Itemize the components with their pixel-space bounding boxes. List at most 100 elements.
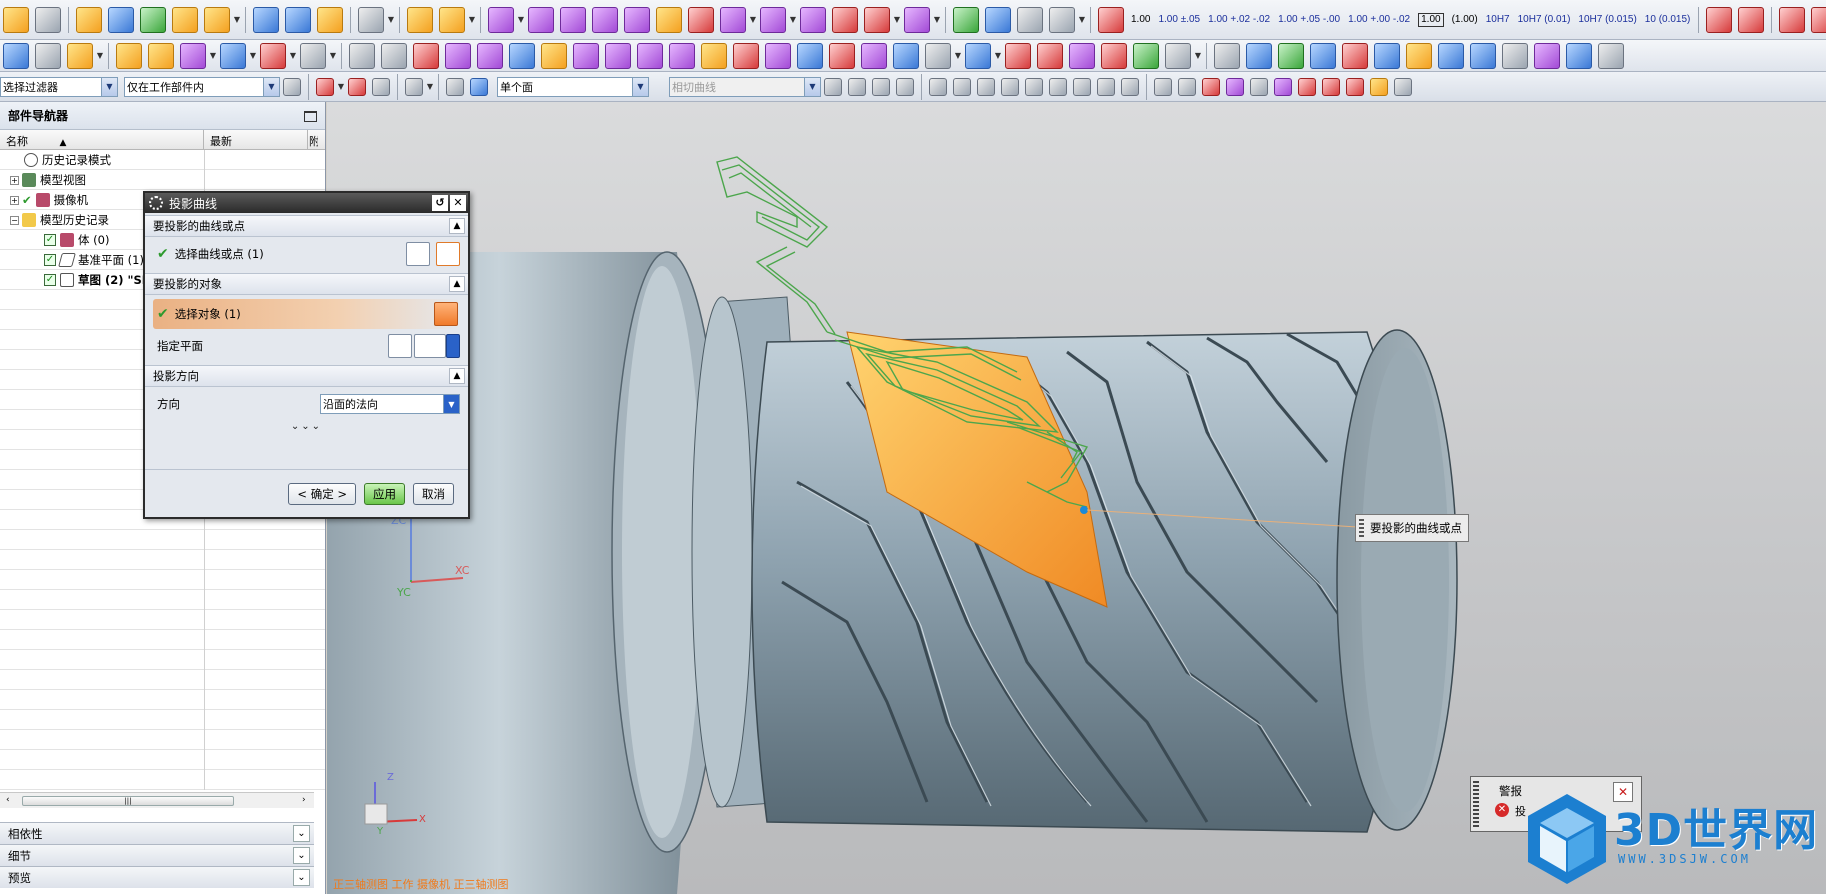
arrow-left-icon[interactable] (413, 42, 439, 69)
rib-icon[interactable] (893, 42, 919, 69)
pattern-icon[interactable] (904, 6, 930, 33)
selection-filter-select[interactable]: 选择过滤器 ▼ (0, 76, 118, 97)
measure-icon[interactable] (300, 42, 326, 69)
mirror-icon[interactable] (765, 42, 791, 69)
chevron-down-icon[interactable]: ▼ (994, 51, 1002, 60)
chamfer-icon[interactable] (829, 42, 855, 69)
chevron-down-icon[interactable]: ▼ (209, 51, 217, 60)
panel-dependencies[interactable]: 相依性 ⌄ (0, 822, 314, 844)
snap-mid-icon[interactable] (848, 77, 866, 96)
face-rule-select[interactable]: 单个面 ▼ (497, 76, 649, 97)
snap-point-icon[interactable] (929, 77, 947, 96)
solid-icon[interactable] (605, 42, 631, 69)
column-header-latest[interactable]: 最新 (204, 130, 308, 149)
snap-intersect-icon[interactable] (1073, 77, 1091, 96)
multi-fork-icon[interactable] (1470, 42, 1496, 69)
view-box-icon[interactable] (1346, 77, 1364, 96)
gear-icon[interactable] (149, 196, 163, 210)
snap-line-icon[interactable] (953, 77, 971, 96)
arrow-right-icon[interactable] (477, 42, 503, 69)
snap-face-icon[interactable] (1121, 77, 1139, 96)
ring-icon[interactable] (317, 6, 343, 33)
chevron-down-icon[interactable]: ▼ (1078, 15, 1086, 24)
add-curve-icon[interactable] (406, 242, 430, 266)
select-tool-icon[interactable] (372, 77, 390, 96)
arrow-left-alt-icon[interactable] (445, 42, 471, 69)
select-feature-icon[interactable] (316, 77, 334, 96)
chart-icon[interactable] (1406, 42, 1432, 69)
view-rotate-icon[interactable] (1226, 77, 1244, 96)
select-cursor-icon[interactable] (348, 77, 366, 96)
view-fit-icon[interactable] (1154, 77, 1172, 96)
tolerance-button-6[interactable]: (1.00) (1452, 14, 1478, 25)
tolerance-button-3[interactable]: 1.00 +.05 -.00 (1278, 14, 1340, 25)
assembly-icon[interactable] (407, 6, 433, 33)
maximize-icon[interactable] (304, 111, 317, 122)
copy-icon[interactable] (172, 6, 198, 33)
down-arrow-icon[interactable] (1246, 42, 1272, 69)
close-icon[interactable]: ✕ (450, 195, 466, 211)
more-options-toggle[interactable]: ⌄⌄⌄ (145, 421, 468, 435)
snap-icon[interactable] (1037, 42, 1063, 69)
chevron-down-icon[interactable]: ▼ (749, 15, 757, 24)
select-solid-icon[interactable] (470, 77, 488, 96)
extrude-icon[interactable] (624, 6, 650, 33)
expand-icon[interactable]: + (10, 195, 19, 205)
zoom-icon[interactable] (180, 42, 206, 69)
circle-icon[interactable] (1165, 42, 1191, 69)
chevron-down-icon[interactable]: ▼ (789, 15, 797, 24)
panel-details[interactable]: 细节 ⌄ (0, 844, 314, 866)
snap-end-icon[interactable] (824, 77, 842, 96)
check-icon[interactable] (953, 6, 979, 33)
tolerance-button-0[interactable]: 1.00 (1131, 14, 1150, 25)
diameter-icon[interactable] (1779, 6, 1806, 33)
scroll-right-icon[interactable]: › (302, 795, 306, 805)
layers-icon[interactable] (35, 6, 61, 33)
visibility-checkbox[interactable]: ✓ (44, 254, 56, 266)
sketch-square-icon[interactable] (1069, 42, 1095, 69)
fork-icon[interactable] (1438, 42, 1464, 69)
cube-icon[interactable] (560, 6, 586, 33)
chevron-up-icon[interactable]: ▲ (449, 218, 465, 234)
plane-selector-icon[interactable] (414, 334, 446, 358)
section-icon[interactable] (1310, 42, 1336, 69)
polygon-icon[interactable] (965, 42, 991, 69)
curve-selector-icon[interactable] (436, 242, 460, 266)
dropdown-icon[interactable] (3, 42, 29, 69)
scroll-thumb[interactable]: ||| (22, 796, 234, 806)
offset-icon[interactable] (760, 6, 786, 33)
selection-scope-select[interactable]: 仅在工作部件内 ▼ (124, 76, 280, 97)
project-icon[interactable] (733, 42, 759, 69)
pcb-icon[interactable] (1374, 42, 1400, 69)
chevron-down-icon[interactable]: ▼ (289, 51, 297, 60)
scroll-left-icon[interactable]: ‹ (6, 795, 10, 805)
select-box-icon[interactable] (405, 77, 423, 96)
chevron-down-icon[interactable]: ▼ (387, 15, 395, 24)
box-icon[interactable] (528, 6, 554, 33)
chevron-down-icon[interactable]: ▼ (443, 395, 459, 413)
cylinder-feature-icon[interactable] (669, 42, 695, 69)
transform-icon[interactable] (140, 6, 166, 33)
sketch-icon[interactable] (349, 42, 375, 69)
rotate-icon[interactable] (116, 42, 142, 69)
trim-icon[interactable] (688, 6, 714, 33)
navigator-horizontal-scrollbar[interactable]: ‹ ||| › (0, 792, 314, 808)
dialog-title-bar[interactable]: 投影曲线 ↺ ✕ (145, 193, 468, 213)
tolerance-button-10[interactable]: 10 (0.015) (1645, 14, 1691, 25)
apply-button[interactable]: 应用 (364, 482, 405, 505)
dimension-icon[interactable] (1098, 6, 1124, 33)
unite-icon[interactable] (800, 6, 826, 33)
chevron-down-icon[interactable]: ▼ (893, 15, 901, 24)
diameter-dim-icon[interactable] (1811, 6, 1826, 33)
column-header-extra[interactable]: 附 (308, 130, 318, 149)
grid-icon[interactable] (985, 6, 1011, 33)
tolerance-button-4[interactable]: 1.00 +.00 -.02 (1348, 14, 1410, 25)
view-light-icon[interactable] (1370, 77, 1388, 96)
section-curves-to-project[interactable]: 要投影的曲线或点 ▲ (145, 215, 468, 237)
component-icon[interactable] (439, 6, 465, 33)
triangle-icon[interactable] (1342, 42, 1368, 69)
subtract-icon[interactable] (832, 6, 858, 33)
analysis-icon[interactable] (1214, 42, 1240, 69)
collapse-icon[interactable]: − (10, 215, 19, 225)
point-icon[interactable] (573, 42, 599, 69)
